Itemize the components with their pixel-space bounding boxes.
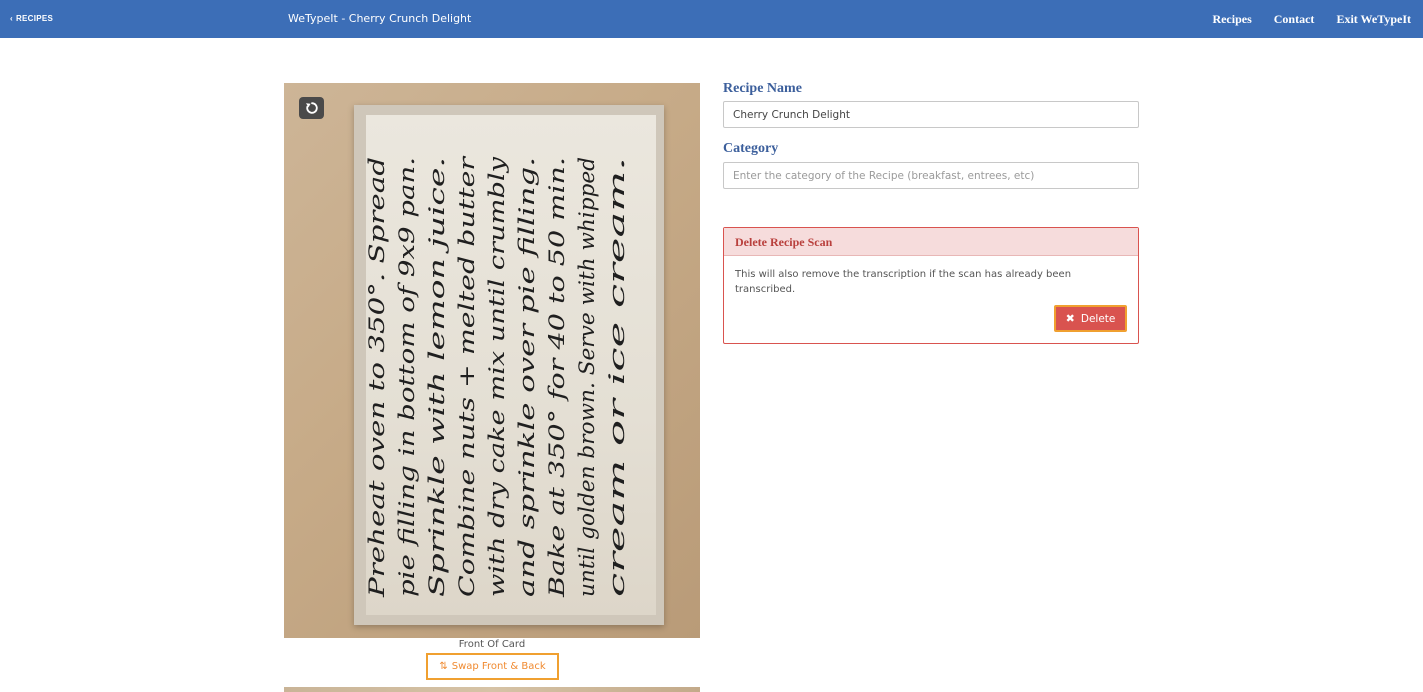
swap-arrows-icon: ⇅: [439, 661, 448, 672]
main-nav: Recipes Contact Exit WeTypeIt: [1190, 0, 1411, 38]
rotate-image-button[interactable]: [299, 97, 324, 119]
delete-panel-message: This will also remove the transcription …: [735, 269, 1072, 295]
card-line: cream or ice cream.: [605, 157, 629, 597]
chevron-left-icon: ‹: [10, 14, 13, 23]
back-to-recipes-link[interactable]: ‹ RECIPES: [10, 0, 53, 38]
handwritten-recipe-text: Preheat oven to 350°. Spread pie filling …: [366, 115, 656, 615]
top-navbar: ‹ RECIPES WeTypeIt - Cherry Crunch Deligh…: [0, 0, 1423, 38]
card-line: until golden brown. Serve with whipped: [575, 157, 599, 597]
card-line: Bake at 350° for 40 to 50 min.: [545, 157, 569, 598]
nav-exit-link[interactable]: Exit WeTypeIt: [1336, 12, 1411, 27]
card-line: Sprinkle with lemon juice.: [425, 157, 449, 597]
back-link-label: RECIPES: [15, 14, 54, 23]
card-line: and sprinkle over pie filling.: [515, 157, 539, 597]
rotate-icon: [305, 102, 318, 114]
scan-caption: Front Of Card: [458, 639, 526, 650]
card-line: Preheat oven to 350°. Spread: [366, 157, 389, 598]
category-label: Category: [723, 141, 779, 156]
card-line: pie filling in bottom of 9x9 pan.: [395, 157, 419, 597]
card-line: Combine nuts + melted butter: [455, 154, 479, 597]
delete-scan-button[interactable]: ✖ Delete: [1054, 305, 1127, 332]
delete-panel-title: Delete Recipe Scan: [724, 228, 1138, 256]
nav-contact-link[interactable]: Contact: [1274, 12, 1315, 27]
swap-front-back-button[interactable]: ⇅ Swap Front & Back: [426, 653, 559, 680]
recipe-scan-image: Preheat oven to 350°. Spread pie filling …: [284, 83, 700, 638]
delete-scan-panel: Delete Recipe Scan This will also remove…: [723, 227, 1139, 344]
page-title: WeTypeIt - Cherry Crunch Delight: [288, 12, 472, 25]
back-scan-image-peek: [284, 687, 700, 692]
recipe-name-input[interactable]: [723, 101, 1139, 128]
nav-recipes-link[interactable]: Recipes: [1212, 12, 1251, 27]
recipe-name-label: Recipe Name: [723, 81, 802, 96]
category-input[interactable]: [723, 162, 1139, 189]
close-x-icon: ✖: [1065, 312, 1075, 325]
delete-button-label: Delete: [1080, 312, 1116, 325]
card-line: with dry cake mix until crumbly: [485, 156, 509, 597]
swap-button-label: Swap Front & Back: [451, 661, 546, 672]
